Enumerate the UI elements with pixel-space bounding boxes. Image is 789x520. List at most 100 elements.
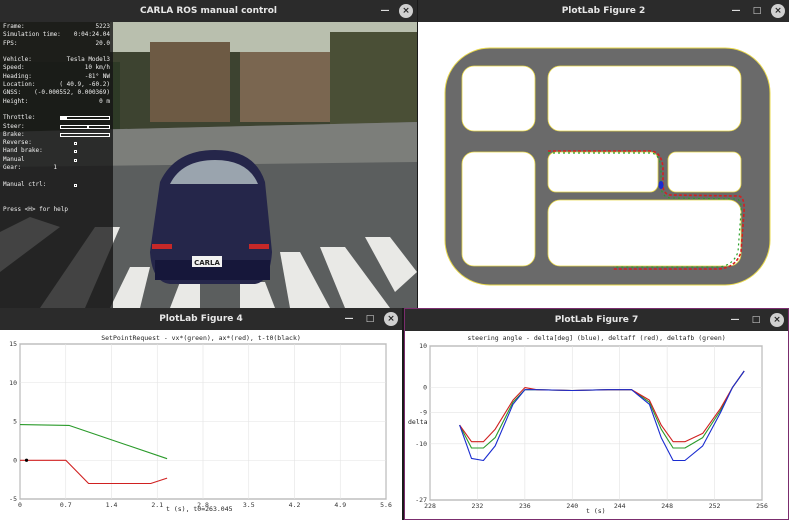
close-icon[interactable]: × (770, 313, 784, 327)
x-tick-label: 252 (709, 502, 721, 510)
y-tick-label: -10 (415, 440, 427, 448)
gear-label: Gear: (3, 164, 22, 172)
heading-value: -81° NW (84, 72, 110, 80)
vehicle-label: Vehicle: (3, 56, 32, 64)
frame-label: Frame: (3, 23, 25, 30)
brake-bar (60, 132, 110, 137)
road-map (444, 47, 771, 286)
manual-ctrl-checkbox (74, 183, 77, 187)
manual-ctrl-label: Manual ctrl: (3, 180, 47, 188)
x-tick-label: 248 (661, 502, 673, 510)
figure4-content: SetPointRequest - vx*(green), ax*(red), … (0, 330, 402, 520)
x-tick-label: 0.7 (60, 501, 72, 509)
block-top-right (547, 65, 742, 132)
reverse-checkbox (74, 142, 77, 146)
throttle-bar (60, 116, 110, 121)
minimize-icon[interactable]: — (728, 313, 742, 327)
minimize-icon[interactable]: — (342, 312, 356, 326)
gear-value: 1 (53, 164, 57, 172)
maximize-icon[interactable]: □ (750, 4, 764, 18)
fps-value: 20.0 (95, 39, 110, 47)
gnss-label: GNSS: (3, 89, 22, 97)
x-tick-label: 4.9 (334, 501, 346, 509)
block-mid-right (667, 151, 742, 193)
fps-label: FPS: (3, 39, 18, 47)
plate-text: CARLA (194, 259, 220, 267)
car: CARLA (150, 150, 272, 284)
building-left (150, 42, 230, 122)
hand-brake-label: Hand brake: (3, 147, 43, 155)
figure7-titlebar[interactable]: PlotLab Figure 7 — □ × (405, 309, 788, 331)
manual-label: Manual (3, 155, 25, 163)
window-title: PlotLab Figure 7 (554, 315, 639, 325)
carla-titlebar[interactable]: CARLA ROS manual control — × (0, 0, 417, 22)
height-value: 0 m (99, 97, 110, 105)
figure4-titlebar[interactable]: PlotLab Figure 4 — □ × (0, 308, 402, 330)
y-tick-label: 10 (419, 342, 427, 350)
block-bottom-left (461, 151, 536, 267)
maximize-icon[interactable]: □ (363, 312, 377, 326)
x-axis-label: t (s), t0=263.045 (166, 505, 233, 513)
heading-label: Heading: (3, 72, 32, 80)
x-tick-label: 4.2 (289, 501, 301, 509)
y-tick-label: 15 (9, 340, 17, 348)
sim-time-label: Simulation time: (3, 31, 61, 39)
x-tick-label: 2.1 (151, 501, 163, 509)
map-titlebar[interactable]: PlotLab Figure 2 — □ × (418, 0, 789, 22)
block-bottom-right (547, 199, 742, 267)
hand-brake-checkbox (74, 150, 77, 154)
map-window: PlotLab Figure 2 — □ × (418, 0, 789, 308)
hud-panel: Frame: 5223 Simulation time: 0:04:24.04 FP… (0, 22, 113, 308)
x-tick-label: 256 (756, 502, 768, 510)
y-tick-label: -5 (9, 495, 17, 503)
reverse-label: Reverse: (3, 139, 32, 147)
building-right (240, 52, 340, 122)
x-axis-label: t (s) (586, 507, 606, 515)
x-tick-label: 3.5 (243, 501, 255, 509)
series-point (24, 458, 29, 462)
x-tick-label: 244 (614, 502, 626, 510)
speed-value: 10 km/h (84, 64, 110, 72)
y-tick-label: -9 (419, 409, 427, 417)
camera-view: CARLA Frame: 5223 Simulation time: 0:04:24… (0, 22, 417, 308)
y-tick-label: 10 (9, 379, 17, 387)
x-tick-label: 1.4 (106, 501, 118, 509)
close-icon[interactable]: × (384, 312, 398, 326)
steer-tick (87, 124, 90, 129)
help-text: Press <H> for help (3, 205, 69, 213)
y-tick-label: 5 (13, 418, 17, 426)
y-tick-label: 0 (13, 456, 17, 464)
close-icon[interactable]: × (399, 4, 413, 18)
x-tick-label: 0 (18, 501, 22, 509)
window-title: CARLA ROS manual control (139, 6, 278, 16)
steer-label: Steer: (3, 122, 25, 130)
figure7-window: PlotLab Figure 7 — □ × steering angle - … (404, 308, 789, 520)
map-plot (418, 22, 789, 308)
maximize-icon[interactable]: □ (749, 313, 763, 327)
y-tick-label: 0 (423, 384, 427, 392)
minimize-icon[interactable]: — (729, 4, 743, 18)
location-label: Location: (3, 81, 36, 89)
throttle-label: Throttle: (3, 114, 36, 122)
close-icon[interactable]: × (771, 4, 785, 18)
figure4-window: PlotLab Figure 4 — □ × SetPointRequest -… (0, 308, 402, 520)
block-top-left (461, 65, 536, 132)
vehicle-marker (658, 181, 664, 189)
brake-label: Brake: (3, 130, 25, 138)
window-title: PlotLab Figure 2 (561, 6, 646, 16)
tree-right (330, 32, 417, 132)
steer-bar (60, 124, 110, 129)
height-label: Height: (3, 97, 29, 105)
steering-chart: 228 232 236 240 244 248 252 256100-9-10-27 (415, 342, 768, 510)
location-value: ( 40.9, -60.2) (59, 81, 110, 89)
manual-checkbox (74, 158, 77, 162)
speed-label: Speed: (3, 64, 25, 72)
minimize-icon[interactable]: — (378, 4, 392, 18)
vehicle-value: Tesla Model3 (66, 56, 110, 64)
x-tick-label: 240 (566, 502, 578, 510)
gnss-value: (-0.000552, 0.000369) (34, 89, 110, 97)
carla-window: CARLA ROS manual control — × CARLA Frame… (0, 0, 417, 308)
y-tick-label: -27 (415, 496, 427, 504)
window-title: PlotLab Figure 4 (159, 314, 243, 324)
throttle-fill (61, 117, 67, 120)
